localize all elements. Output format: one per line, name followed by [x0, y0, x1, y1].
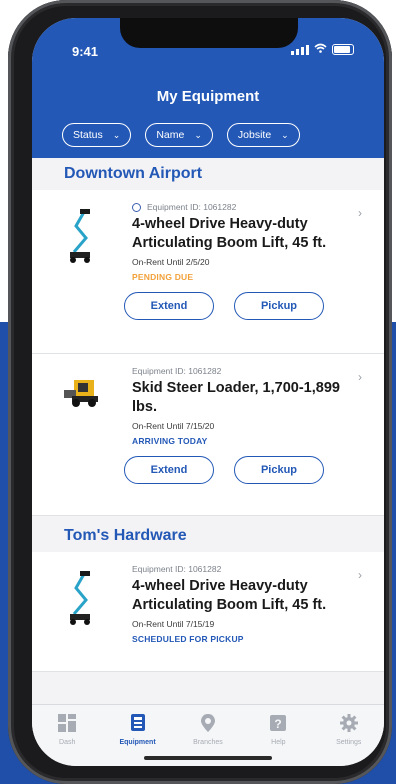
boom-lift-image	[66, 570, 100, 631]
equipment-name: 4-wheel Drive Heavy-duty Articulating Bo…	[132, 578, 327, 613]
status-filter-label: Status	[73, 129, 103, 141]
boom-lift-image	[66, 208, 100, 269]
svg-text:?: ?	[275, 717, 282, 731]
equipment-list: Downtown Airport › Equipment ID: 1061282…	[32, 158, 384, 703]
extend-button[interactable]: Extend	[124, 292, 214, 320]
filter-bar: Status ⌄ Name ⌄ Jobsite ⌄	[62, 123, 300, 147]
rent-until: On-Rent Until 7/15/20	[132, 421, 215, 431]
chevron-right-icon[interactable]: ›	[358, 370, 362, 384]
extend-button[interactable]: Extend	[124, 456, 214, 484]
jobsite-filter[interactable]: Jobsite ⌄	[226, 123, 300, 147]
select-radio-icon[interactable]	[132, 202, 141, 212]
equipment-id: Equipment ID: 1061282	[132, 366, 222, 376]
jobsite-filter-label: Jobsite	[237, 129, 272, 141]
status-time: 9:41	[72, 44, 99, 59]
tab-label: Dash	[59, 739, 76, 746]
section-title-downtown-airport: Downtown Airport	[64, 165, 203, 182]
home-indicator	[144, 756, 272, 760]
wifi-icon	[314, 43, 327, 56]
phone-frame: 9:41 My Equipment Status ⌄ Name ⌄ Jobsite ⌄…	[8, 0, 392, 784]
chevron-right-icon[interactable]: ›	[358, 206, 362, 220]
status-filter[interactable]: Status ⌄	[62, 123, 132, 147]
equipment-name: 4-wheel Drive Heavy-duty Articulating Bo…	[132, 216, 327, 251]
equipment-name: Skid Steer Loader, 1,700-1,899 lbs.	[132, 380, 340, 415]
equipment-id: Equipment ID: 1061282	[147, 202, 237, 212]
chevron-down-icon: ⌄	[112, 129, 121, 140]
dashboard-icon	[58, 714, 77, 732]
pickup-button[interactable]: Pickup	[234, 456, 324, 484]
tab-settings[interactable]: Settings	[322, 713, 376, 766]
app-screen: 9:41 My Equipment Status ⌄ Name ⌄ Jobsite ⌄…	[32, 18, 384, 766]
signal-icon	[291, 44, 309, 55]
pickup-button[interactable]: Pickup	[234, 292, 324, 320]
tab-dash[interactable]: Dash	[40, 713, 94, 766]
gear-icon	[339, 714, 358, 732]
rent-until: On-Rent Until 2/5/20	[132, 257, 210, 267]
equipment-icon	[130, 714, 145, 731]
status-badge: PENDING DUE	[132, 272, 194, 282]
chevron-down-icon: ⌄	[281, 129, 289, 140]
tab-label: Branches	[193, 739, 223, 746]
status-badge: ARRIVING TODAY	[132, 436, 208, 446]
tab-label: Help	[271, 739, 286, 746]
page-title: My Equipment	[156, 88, 260, 105]
name-filter-label: Name	[156, 129, 185, 141]
help-icon: ?	[270, 715, 287, 731]
chevron-right-icon[interactable]: ›	[358, 568, 362, 582]
status-badge: SCHEDULED FOR PICKUP	[132, 634, 244, 644]
equipment-card[interactable]: › Equipment ID: 1061282 4-wheel Drive He…	[32, 552, 384, 672]
rent-until: On-Rent Until 7/15/19	[132, 619, 215, 629]
skid-steer-image	[62, 376, 102, 413]
battery-icon	[332, 44, 354, 55]
equipment-card[interactable]: › Equipment ID: 1061282 Skid Steer Loade…	[32, 354, 384, 516]
location-pin-icon	[200, 714, 215, 732]
equipment-id: Equipment ID: 1061282	[132, 564, 222, 574]
section-title-toms-hardware: Tom's Hardware	[64, 527, 187, 544]
tab-label: Equipment	[119, 739, 156, 746]
tab-label: Settings	[336, 739, 362, 746]
equipment-card[interactable]: › Equipment ID: 1061282 4-wheel Drive He…	[32, 190, 384, 354]
chevron-down-icon: ⌄	[194, 129, 202, 140]
name-filter[interactable]: Name ⌄	[145, 123, 213, 147]
notch	[120, 18, 298, 48]
status-icons	[291, 43, 354, 56]
